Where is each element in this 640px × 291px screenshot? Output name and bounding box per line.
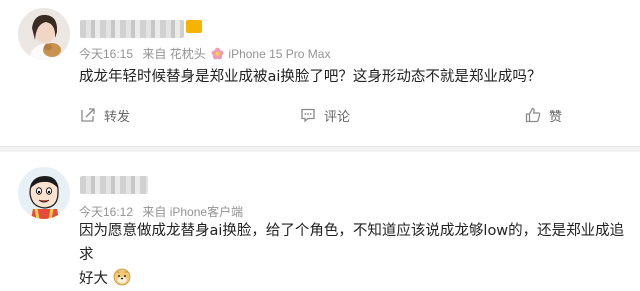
comment-button[interactable]: 评论 xyxy=(300,102,350,128)
comment-device: iPhone 15 Pro Max xyxy=(228,47,331,61)
comment-text-line1: 因为愿意做成龙替身ai换脸，给了个角色，不知道应该说成龙够low的，还是郑业成追… xyxy=(79,223,625,263)
vip-badge-icon xyxy=(186,20,202,33)
flower-icon xyxy=(211,47,224,60)
share-button[interactable]: 转发 xyxy=(80,102,130,128)
comment-actions: 转发 评论 赞 xyxy=(0,102,640,128)
like-label: 赞 xyxy=(549,109,563,125)
avatar[interactable] xyxy=(18,8,70,60)
comment-text: 成龙年轻时候替身是郑业成被ai换脸了吧？这身形动态不就是郑业成吗？ xyxy=(79,69,542,85)
comment-item: 今天16:12 来自 iPhone客户端 因为愿意做成龙替身ai换脸，给了个角色… xyxy=(0,152,640,287)
comment-text: 因为愿意做成龙替身ai换脸，给了个角色，不知道应该说成龙够low的，还是郑业成追… xyxy=(79,219,631,291)
username-blurred[interactable] xyxy=(80,20,184,38)
comment-text-line2: 好大 xyxy=(79,271,108,287)
comment-time: 今天16:15 xyxy=(79,47,134,61)
comment-source: 来自 iPhone客户端 xyxy=(142,205,244,219)
comment-time: 今天16:12 xyxy=(79,205,134,219)
share-label: 转发 xyxy=(104,109,131,125)
share-icon xyxy=(81,108,95,122)
comment-source: 来自 花枕头 xyxy=(142,47,206,61)
doge-emoji-icon xyxy=(113,268,131,286)
comment-meta: 今天16:15 来自 花枕头 iPhone 15 Pro Max xyxy=(79,45,336,62)
avatar[interactable] xyxy=(18,167,70,219)
comment-icon xyxy=(301,108,315,123)
like-button[interactable]: 赞 xyxy=(525,102,562,128)
like-icon xyxy=(525,107,541,123)
username-blurred[interactable] xyxy=(80,176,148,194)
comment-meta: 今天16:12 来自 iPhone客户端 xyxy=(79,203,249,220)
comment-item: 今天16:15 来自 花枕头 iPhone 15 Pro Max 成龙年轻时候替… xyxy=(0,0,640,150)
comment-label: 评论 xyxy=(324,109,351,125)
